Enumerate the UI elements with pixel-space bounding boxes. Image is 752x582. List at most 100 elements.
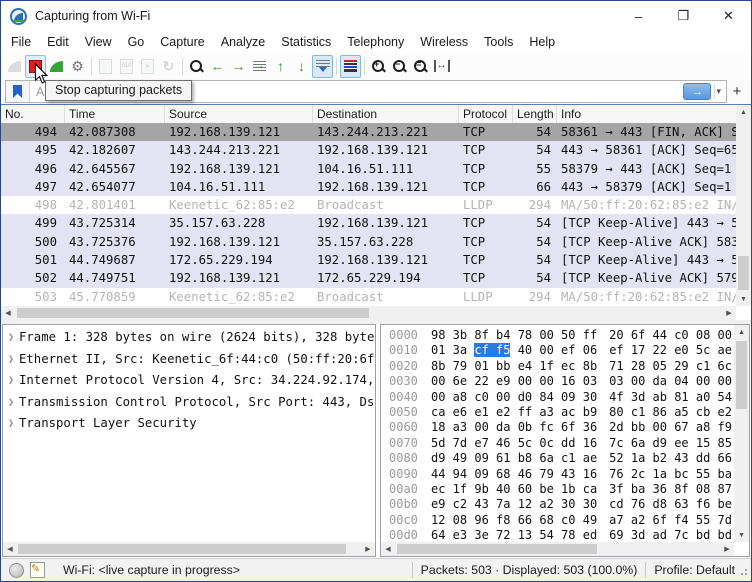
packet-row-500[interactable]: 50043.725376192.168.139.12135.157.63.228… [1,233,736,251]
close-button[interactable]: ✕ [706,1,751,31]
hex-row-0020[interactable]: 00208b 79 01 bb e4 1f ec 8b71 28 05 29 c… [381,359,734,374]
hex-row-0070[interactable]: 00705d 7d e7 46 5c 0c dd 167c 6a d9 ee 1… [381,436,734,451]
scroll-thumb[interactable] [18,544,346,554]
scroll-left-arrow[interactable]: ◀ [1,306,15,320]
hex-bytes-right[interactable]: 2d bb 00 67 a8 f9 4 [609,420,734,434]
hex-row-0040[interactable]: 004000 a8 c0 00 d0 84 09 304f 3d ab 81 a… [381,390,734,405]
hex-bytes-right[interactable]: 76 2c 1a bc 55 ba e [609,467,734,481]
profile-label[interactable]: Profile: Default [654,563,735,577]
hex-bytes-left[interactable]: 12 08 96 f8 66 68 c0 49 [431,513,597,527]
packet-row-499[interactable]: 49943.72531435.157.63.228192.168.139.121… [1,214,736,232]
scroll-left-arrow[interactable]: ◀ [3,542,17,556]
previous-packet-button[interactable]: ← [207,55,228,78]
zoom-reset-button[interactable]: = [410,55,431,78]
column-header-length[interactable]: Length [513,105,557,123]
packet-list-hscrollbar[interactable]: ◀ ▶ [1,306,736,320]
column-header-source[interactable]: Source [165,105,313,123]
hex-hscrollbar[interactable]: ◀ ▶ [381,542,734,556]
scroll-up-arrow[interactable]: ▲ [736,105,751,119]
restart-capture-button[interactable] [46,55,67,78]
expander-chevron-icon[interactable]: ❯ [3,327,19,349]
scroll-right-arrow[interactable]: ▶ [361,542,375,556]
hex-bytes-right[interactable]: 7c 6a d9 ee 15 85 2 [609,436,734,450]
menu-wireless[interactable]: Wireless [412,33,476,51]
hex-bytes-left[interactable]: 98 3b 8f b4 78 00 50 ff [431,328,597,342]
expander-chevron-icon[interactable]: ❯ [3,413,19,435]
menu-statistics[interactable]: Statistics [273,33,339,51]
hex-bytes-right[interactable]: 03 00 da 04 00 00 c [609,374,734,388]
zoom-out-button[interactable]: − [389,55,410,78]
column-header-time[interactable]: Time [65,105,165,123]
apply-filter-button[interactable]: → [683,83,711,100]
zoom-in-button[interactable]: + [368,55,389,78]
hex-row-00a0[interactable]: 00a0ec 1f 9b 40 60 be 1b ca3f ba 36 8f 0… [381,482,734,497]
scroll-down-arrow[interactable]: ▼ [734,528,749,542]
scroll-thumb[interactable] [397,544,597,554]
hex-bytes-right[interactable]: cd 76 d8 63 f6 be 7 [609,497,734,511]
scroll-thumb[interactable] [17,308,369,318]
detail-line[interactable]: ❯Ethernet II, Src: Keenetic_6f:44:c0 (50… [3,349,375,371]
hex-bytes-right[interactable]: 69 3d ad 7c bd bd 7 [609,528,734,542]
hex-bytes-right[interactable]: 52 1a b2 43 dd 66 e [609,451,734,465]
detail-line[interactable]: ❯Transport Layer Security [3,413,375,435]
hex-row-0080[interactable]: 0080d9 49 09 61 b8 6a c1 ae52 1a b2 43 d… [381,451,734,466]
hex-bytes-left[interactable]: ca e6 e1 e2 ff a3 ac b9 [431,405,597,419]
expander-chevron-icon[interactable]: ❯ [3,370,19,392]
hex-vscrollbar[interactable]: ▲ ▼ [734,325,749,542]
hex-bytes-left[interactable]: 5d 7d e7 46 5c 0c dd 16 [431,436,597,450]
hex-row-0090[interactable]: 009044 94 09 68 46 79 43 1676 2c 1a bc 5… [381,467,734,482]
scroll-down-arrow[interactable]: ▼ [736,292,751,306]
last-packet-button[interactable]: ↓ [291,55,312,78]
column-header-info[interactable]: Info [557,105,736,123]
hex-bytes-right[interactable]: 71 28 05 29 c1 6c 5 [609,359,734,373]
packet-row-502[interactable]: 50244.749751192.168.139.121172.65.229.19… [1,269,736,287]
find-packet-button[interactable] [186,55,207,78]
hex-row-00d0[interactable]: 00d064 e3 3e 72 13 54 78 ed69 3d ad 7c b… [381,528,734,542]
filter-dropdown-caret[interactable]: ▾ [714,84,726,99]
hex-selected-bytes[interactable]: cf f5 [474,343,510,357]
first-packet-button[interactable]: ↑ [270,55,291,78]
hex-bytes-right[interactable]: 20 6f 44 c0 08 00 4 [609,328,734,342]
hex-bytes-left[interactable]: d9 49 09 61 b8 6a c1 ae [431,451,597,465]
scroll-right-arrow[interactable]: ▶ [722,306,736,320]
capture-options-button[interactable]: ⚙ [67,55,88,78]
filter-bookmark-button[interactable] [6,81,30,102]
packet-row-497[interactable]: 49742.654077104.16.51.111192.168.139.121… [1,178,736,196]
menu-capture[interactable]: Capture [152,33,212,51]
packet-row-501[interactable]: 50144.749687172.65.229.194192.168.139.12… [1,251,736,269]
packet-row-498[interactable]: 49842.801401Keenetic_62:85:e2BroadcastLL… [1,196,736,214]
hex-bytes-right[interactable]: a7 a2 6f f4 55 7d c [609,513,734,527]
hex-bytes-right[interactable]: 4f 3d ab 81 a0 54 a [609,390,734,404]
packet-row-495[interactable]: 49542.182607143.244.213.221192.168.139.1… [1,141,736,159]
column-header-destination[interactable]: Destination [313,105,459,123]
hex-row-0050[interactable]: 0050ca e6 e1 e2 ff a3 ac b980 c1 86 a5 c… [381,405,734,420]
hex-bytes-left[interactable]: 44 94 09 68 46 79 43 16 [431,467,597,481]
scroll-left-arrow[interactable]: ◀ [381,542,395,556]
hex-bytes-left[interactable]: ec 1f 9b 40 60 be 1b ca [431,482,597,496]
packet-row-503[interactable]: 50345.770859Keenetic_62:85:e2BroadcastLL… [1,288,736,306]
hex-row-00b0[interactable]: 00b0e9 c2 43 7a 12 a2 30 30cd 76 d8 63 f… [381,497,734,512]
packet-row-494[interactable]: 49442.087308192.168.139.121143.244.213.2… [1,123,736,141]
column-header-protocol[interactable]: Protocol [459,105,513,123]
packet-row-496[interactable]: 49642.645567192.168.139.121104.16.51.111… [1,160,736,178]
scroll-thumb[interactable] [736,341,747,409]
scroll-thumb[interactable] [738,256,749,290]
expander-chevron-icon[interactable]: ❯ [3,349,19,371]
capture-comment-icon[interactable] [30,562,45,578]
add-filter-button[interactable]: + [727,83,747,100]
hex-row-0000[interactable]: 000098 3b 8f b4 78 00 50 ff20 6f 44 c0 0… [381,328,734,343]
expander-chevron-icon[interactable]: ❯ [3,392,19,414]
hex-bytes-left[interactable]: 01 3a cf f5 40 00 ef 06 [431,343,597,357]
menu-edit[interactable]: Edit [39,33,77,51]
hex-bytes-left[interactable]: 00 6e 22 e9 00 00 16 03 [431,374,597,388]
menu-go[interactable]: Go [120,33,153,51]
title-bar[interactable]: Capturing from Wi-Fi – ❐ ✕ [1,1,751,31]
column-header-no[interactable]: No. [1,105,65,123]
menu-help[interactable]: Help [521,33,563,51]
next-packet-button[interactable]: → [228,55,249,78]
go-to-packet-button[interactable]: → [249,55,270,78]
hex-bytes-right[interactable]: ef 17 22 e0 5c ae c [609,343,734,357]
auto-scroll-button[interactable] [312,55,333,78]
maximize-button[interactable]: ❐ [661,1,706,31]
hex-bytes-right[interactable]: 3f ba 36 8f 08 87 4 [609,482,734,496]
